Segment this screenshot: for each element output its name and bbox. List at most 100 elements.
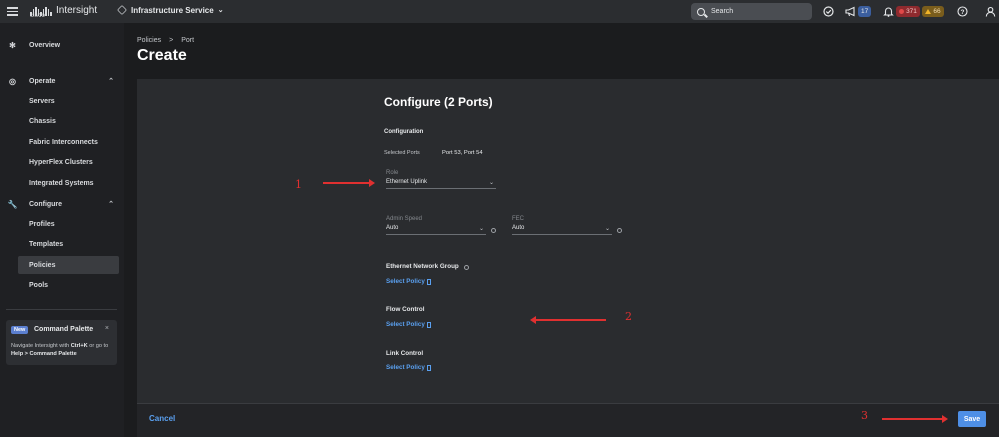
sidebar-section-operate[interactable]: ◎ Operate ⌃ xyxy=(0,72,124,90)
fec-select[interactable]: Auto ⌄ xyxy=(512,225,612,235)
user-icon[interactable] xyxy=(984,5,996,17)
sidebar-item-integrated-systems[interactable]: Integrated Systems xyxy=(0,174,124,192)
info-icon[interactable] xyxy=(617,228,622,233)
admin-speed-label: Admin Speed xyxy=(386,216,423,222)
breadcrumb-separator: > xyxy=(169,37,174,44)
sidebar-item-label: Profiles xyxy=(29,220,55,228)
sidebar-item-chassis[interactable]: Chassis xyxy=(0,112,124,130)
link-control-label: Link Control xyxy=(386,350,424,357)
sidebar-item-label: Templates xyxy=(29,240,64,248)
warning-triangle-icon xyxy=(925,9,932,14)
chevron-down-icon: ⌄ xyxy=(604,226,610,232)
sidebar-item-label: Policies xyxy=(29,261,56,269)
sidebar-item-servers[interactable]: Servers xyxy=(0,92,124,110)
command-palette-description: Navigate Intersight with Ctrl+K or go to… xyxy=(11,342,115,358)
close-icon[interactable]: × xyxy=(105,325,109,332)
fec-value: Auto xyxy=(512,225,525,231)
chevron-down-icon: ⌄ xyxy=(488,180,494,186)
annotation-arrow-1 xyxy=(323,179,375,187)
sidebar-divider xyxy=(6,309,117,310)
command-palette-title: Command Palette xyxy=(34,326,94,333)
help-path-text: Help > Command Palette xyxy=(11,351,77,357)
breadcrumb-policies[interactable]: Policies xyxy=(137,37,161,44)
critical-alarm-icon xyxy=(899,9,905,14)
brand-text: cisco xyxy=(30,13,46,19)
desc-text: Navigate Intersight with xyxy=(11,343,71,349)
configure-panel: Configure (2 Ports) Configuration Select… xyxy=(137,79,999,403)
flow-control-select-policy[interactable]: Select Policy xyxy=(386,321,431,328)
chevron-up-icon: ⌃ xyxy=(108,201,114,208)
info-icon[interactable] xyxy=(464,265,469,270)
megaphone-icon[interactable] xyxy=(845,5,857,17)
sidebar-item-overview[interactable]: ✻ Overview xyxy=(0,36,124,54)
warning-alarms-count: 66 xyxy=(933,8,941,15)
sidebar-item-templates[interactable]: Templates xyxy=(0,235,124,253)
admin-speed-select[interactable]: Auto ⌄ xyxy=(386,225,486,235)
sidebar-item-profiles[interactable]: Profiles xyxy=(0,215,124,233)
ethernet-network-group-label: Ethernet Network Group xyxy=(386,263,459,270)
fec-label: FEC xyxy=(512,216,524,222)
sidebar-item-policies[interactable]: Policies xyxy=(18,256,119,274)
form-title: Configure (2 Ports) xyxy=(384,95,493,109)
annotation-arrow-2 xyxy=(530,316,606,324)
sidebar-item-pools[interactable]: Pools xyxy=(0,276,124,294)
sidebar-item-fabric-interconnects[interactable]: Fabric Interconnects xyxy=(0,133,124,151)
document-icon xyxy=(426,321,431,328)
service-selector[interactable]: Infrastructure Service ⌄ xyxy=(117,5,224,15)
link-control-select-policy[interactable]: Select Policy xyxy=(386,364,431,371)
info-icon[interactable] xyxy=(491,228,496,233)
sidebar-item-label: Chassis xyxy=(29,117,56,125)
warning-alarms-badge[interactable]: 66 xyxy=(922,6,944,17)
role-value: Ethernet Uplink xyxy=(386,179,428,185)
search-icon xyxy=(697,7,705,16)
wrench-icon: 🔧 xyxy=(7,199,18,209)
service-label: Infrastructure Service xyxy=(131,5,214,15)
configuration-heading: Configuration xyxy=(384,129,424,135)
sidebar-item-hyperflex-clusters[interactable]: HyperFlex Clusters xyxy=(0,153,124,171)
shortcut-text: Ctrl+K xyxy=(70,343,88,349)
notifications-count-badge[interactable]: 17 xyxy=(858,6,872,17)
admin-speed-value: Auto xyxy=(386,225,399,231)
cisco-logo: cisco xyxy=(30,5,52,19)
select-policy-label: Select Policy xyxy=(386,364,425,371)
sidebar-item-label: Configure xyxy=(29,200,63,208)
cancel-button[interactable]: Cancel xyxy=(149,414,175,423)
selected-ports-value: Port 53, Port 54 xyxy=(442,150,483,156)
chevron-down-icon: ⌄ xyxy=(217,7,224,14)
save-button[interactable]: Save xyxy=(958,411,986,427)
page-header: Policies > Port Create xyxy=(124,23,999,79)
breadcrumb-port: Port xyxy=(181,37,195,44)
desc-text: or go to xyxy=(87,343,109,349)
ethernet-network-group-select-policy[interactable]: Select Policy xyxy=(386,278,431,285)
sidebar-item-label: Fabric Interconnects xyxy=(29,138,98,146)
critical-alarms-count: 371 xyxy=(906,8,917,15)
top-bar: cisco Intersight Infrastructure Service … xyxy=(0,0,999,23)
command-palette-card: New Command Palette × Navigate Intersigh… xyxy=(6,320,117,365)
annotation-number-1: 1 xyxy=(295,178,302,191)
search-input[interactable]: Search xyxy=(691,3,812,20)
new-badge: New xyxy=(11,326,29,334)
help-icon[interactable]: ? xyxy=(956,5,968,17)
sidebar: ✻ Overview ◎ Operate ⌃ Servers Chassis F… xyxy=(0,23,124,437)
sidebar-item-label: Operate xyxy=(29,77,56,85)
bell-icon[interactable] xyxy=(882,5,894,17)
service-icon xyxy=(117,5,127,15)
sidebar-section-configure[interactable]: 🔧 Configure ⌃ xyxy=(0,195,124,213)
form-footer: Cancel Save xyxy=(137,403,999,437)
svg-text:?: ? xyxy=(960,8,964,15)
check-circle-icon[interactable] xyxy=(822,5,834,17)
sidebar-item-label: Overview xyxy=(29,41,61,49)
role-label: Role xyxy=(386,170,399,176)
flow-control-label: Flow Control xyxy=(386,306,425,313)
sidebar-item-label: Servers xyxy=(29,97,55,105)
page-title: Create xyxy=(137,47,187,64)
select-policy-label: Select Policy xyxy=(386,321,425,328)
sidebar-item-label: Integrated Systems xyxy=(29,179,94,187)
role-select[interactable]: Ethernet Uplink ⌄ xyxy=(386,179,496,189)
sidebar-item-label: Pools xyxy=(29,281,49,289)
breadcrumb: Policies > Port xyxy=(137,37,194,44)
critical-alarms-badge[interactable]: 371 xyxy=(896,6,920,17)
hamburger-menu-icon[interactable] xyxy=(7,5,18,17)
select-policy-label: Select Policy xyxy=(386,278,425,285)
chevron-up-icon: ⌃ xyxy=(108,78,114,85)
